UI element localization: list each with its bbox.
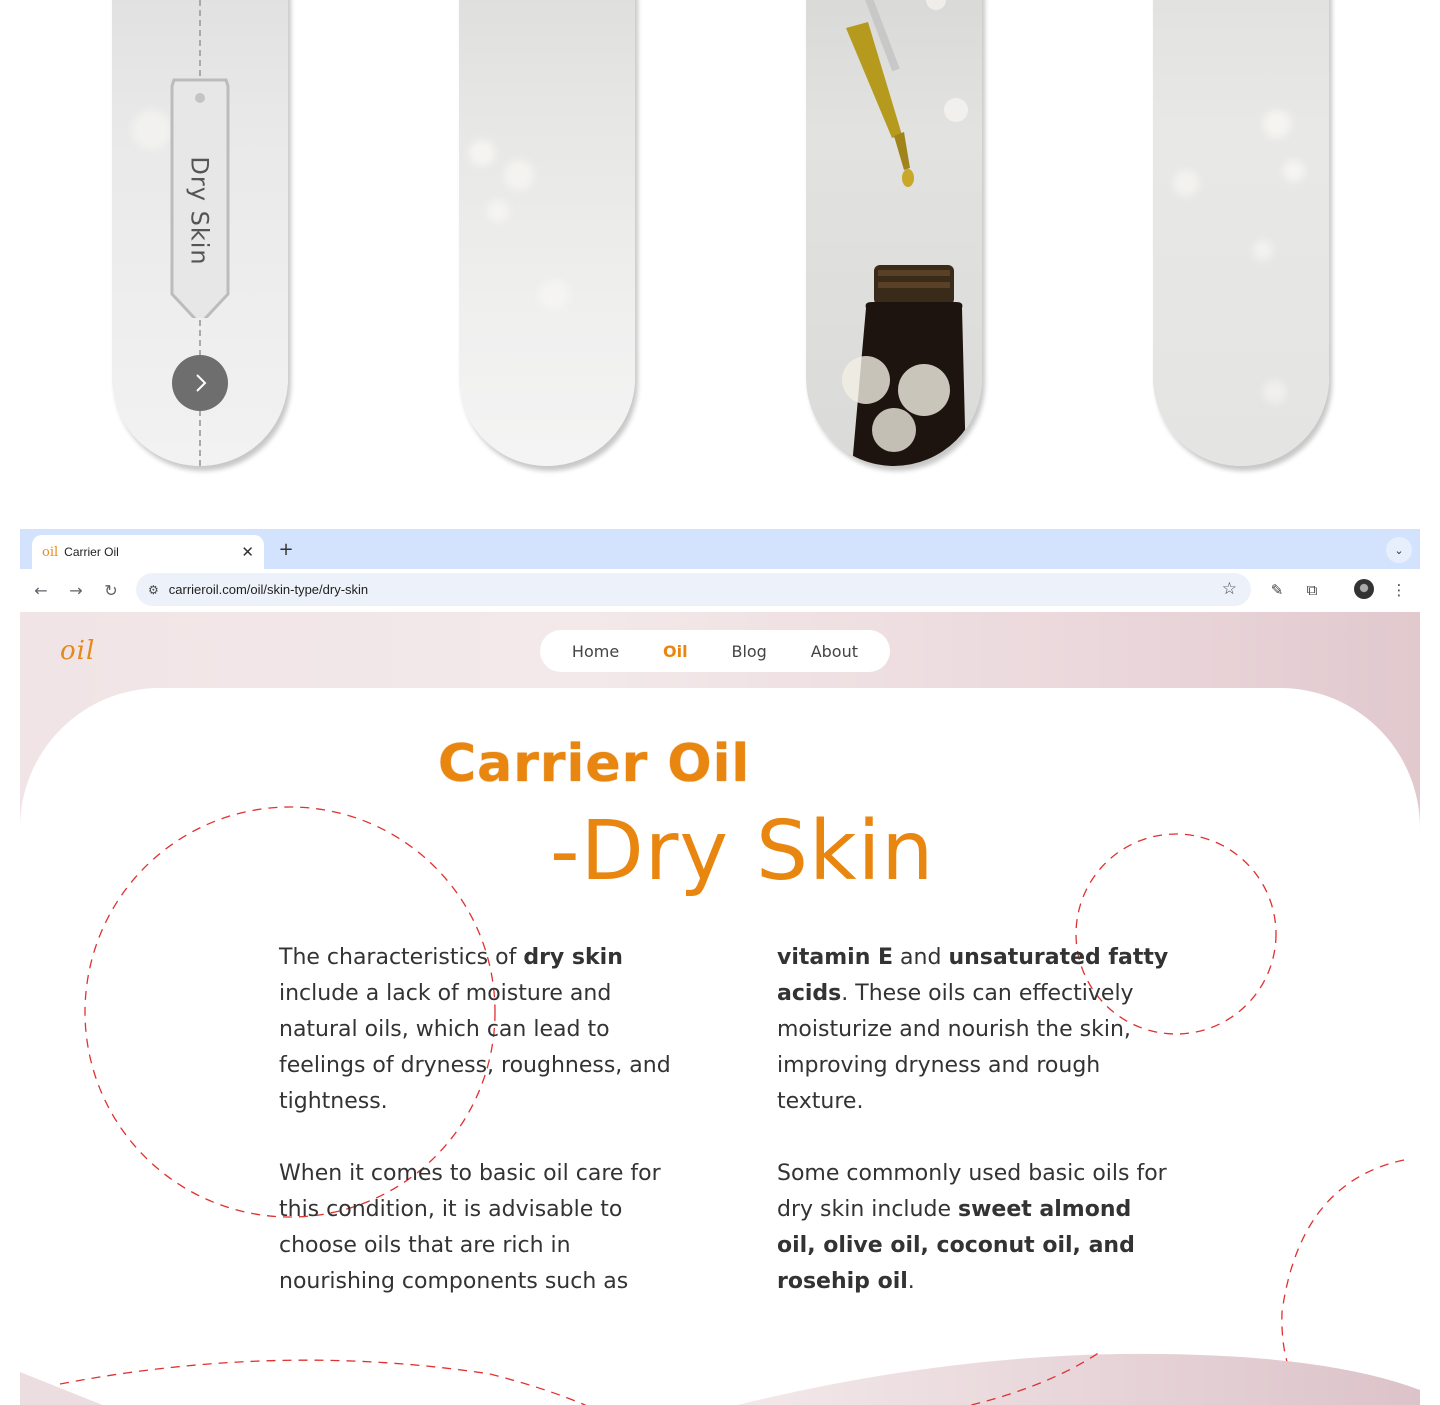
nav-about[interactable]: About <box>811 642 858 661</box>
text-run-bold: vitamin E <box>777 945 894 970</box>
profile-avatar[interactable] <box>1354 579 1374 599</box>
text-run: and <box>893 945 949 970</box>
back-arrow-icon[interactable]: ← <box>30 579 52 601</box>
next-button[interactable] <box>172 355 228 411</box>
forward-arrow-icon[interactable]: → <box>65 579 87 601</box>
page-title: Carrier Oil <box>438 734 751 794</box>
address-bar[interactable]: ⚙ carrieroil.com/oil/skin-type/dry-skin … <box>136 573 1251 606</box>
page-subtitle: -Dry Skin <box>550 804 935 899</box>
blur-flower <box>1283 160 1305 182</box>
site-settings-icon[interactable]: ⚙ <box>148 583 159 597</box>
more-menu-icon[interactable]: ⋮ <box>1388 579 1410 601</box>
reload-icon[interactable]: ↻ <box>100 579 122 601</box>
browser-window: oil Carrier Oil ✕ + ⌄ ← → ↻ ⚙ carrieroil… <box>20 529 1420 1405</box>
paragraph: vitamin E and unsaturated fatty acids. T… <box>777 940 1177 1120</box>
nav-home[interactable]: Home <box>572 642 619 661</box>
eyedropper-icon[interactable]: ✎ <box>1266 579 1288 601</box>
blur-flower <box>1263 380 1287 404</box>
text-run: The characteristics of <box>279 945 524 970</box>
plus-icon[interactable]: + <box>274 537 298 561</box>
card-image-3[interactable] <box>806 0 982 466</box>
chevron-down-icon[interactable]: ⌄ <box>1386 537 1412 563</box>
tag-text-wrap: Dry Skin <box>170 136 230 286</box>
tab-strip: oil Carrier Oil ✕ + ⌄ <box>20 529 1420 569</box>
paragraph: The characteristics of dry skin include … <box>279 940 679 1120</box>
nav-oil[interactable]: Oil <box>663 642 688 661</box>
blur-flower <box>504 160 534 190</box>
extensions-icon[interactable]: ⧉ <box>1301 579 1323 601</box>
card-dry-skin[interactable]: Dry Skin <box>112 0 288 466</box>
nav-blog[interactable]: Blog <box>731 642 766 661</box>
site-viewport: oil Home Oil Blog About Carrier Oil -Dry… <box>20 612 1420 1405</box>
blur-flower <box>487 200 509 222</box>
main-nav: Home Oil Blog About <box>540 630 890 672</box>
blur-flower <box>1173 170 1199 196</box>
blur-flower <box>539 280 569 310</box>
tab-favicon: oil <box>42 544 59 560</box>
card-image-2[interactable] <box>459 0 635 466</box>
text-column-left: The characteristics of dry skin include … <box>279 940 679 1336</box>
card-tag-label: Dry Skin <box>186 156 215 266</box>
site-logo[interactable]: oil <box>60 636 95 666</box>
paragraph: When it comes to basic oil care for this… <box>279 1161 661 1294</box>
url-text: carrieroil.com/oil/skin-type/dry-skin <box>168 582 369 597</box>
browser-toolbar: ← → ↻ ⚙ carrieroil.com/oil/skin-type/dry… <box>20 569 1420 611</box>
star-icon[interactable]: ☆ <box>1222 579 1237 599</box>
blur-spot <box>132 110 172 150</box>
text-run: include a lack of moisture and natural o… <box>279 981 671 1114</box>
content-sheet <box>20 688 1420 1405</box>
blur-flower <box>469 140 495 166</box>
text-column-right: vitamin E and unsaturated fatty acids. T… <box>777 940 1177 1336</box>
paragraph: Some commonly used basic oils for dry sk… <box>777 1156 1177 1300</box>
close-icon[interactable]: ✕ <box>241 543 254 561</box>
card-image-4[interactable] <box>1153 0 1329 466</box>
bottom-wave-decoration <box>20 1351 1420 1405</box>
blur-flower <box>1253 240 1273 260</box>
page: Dry Skin oil Carrier Oil ✕ + ⌄ ← → ↻ ⚙ c… <box>0 0 1440 1405</box>
tab-carrier-oil[interactable]: oil Carrier Oil ✕ <box>32 535 264 569</box>
chevron-right-icon <box>196 374 207 392</box>
dropper-bottle-illustration <box>842 0 968 466</box>
text-run: . <box>907 1269 915 1294</box>
blur-flower <box>1263 110 1291 138</box>
tab-title: Carrier Oil <box>64 545 119 559</box>
text-run-bold: dry skin <box>523 945 623 970</box>
